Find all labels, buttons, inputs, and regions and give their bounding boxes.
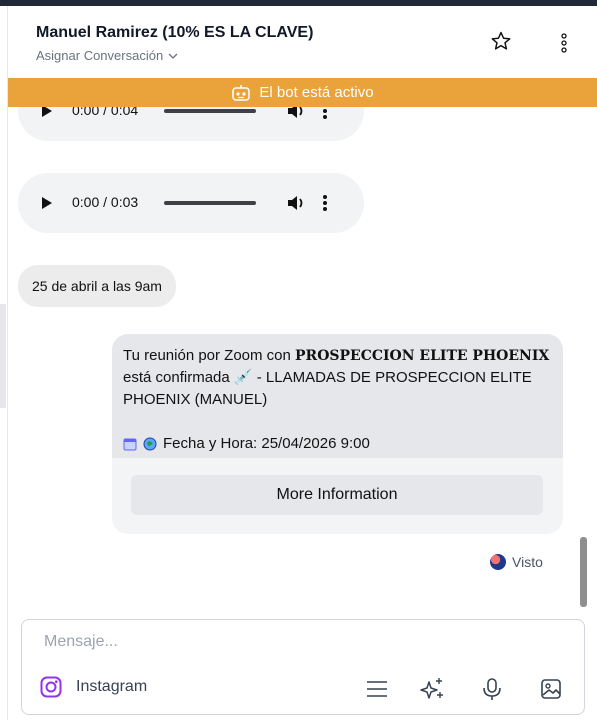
more-information-button[interactable]: More Information: [131, 475, 543, 515]
assign-conversation-label: Asignar Conversación: [36, 48, 164, 63]
audio-player: 0:00 / 0:03: [18, 173, 364, 233]
chevron-down-icon: [168, 53, 178, 59]
panel-resize-handle[interactable]: [0, 304, 6, 408]
avatar: [490, 554, 506, 570]
date-chip: 25 de abril a las 9am: [18, 265, 176, 307]
audio-progress-track[interactable]: [164, 109, 256, 113]
audio-progress-track[interactable]: [164, 201, 256, 205]
audio-more-icon[interactable]: [322, 192, 328, 214]
message-input[interactable]: [42, 632, 566, 652]
play-icon[interactable]: [42, 107, 52, 117]
image-icon[interactable]: [538, 676, 564, 702]
contact-name: Manuel Ramirez (10% ES LA CLAVE): [36, 24, 314, 41]
instagram-icon: [40, 676, 62, 698]
audio-time: 0:00 / 0:03: [72, 194, 139, 210]
microphone-icon[interactable]: [479, 676, 505, 702]
robot-icon: [232, 84, 251, 101]
bot-active-banner: El bot está activo: [8, 78, 597, 107]
card-text-middle: está confirmada 💉: [123, 369, 257, 386]
calendar-icon: [123, 438, 137, 450]
volume-icon[interactable]: [286, 193, 306, 213]
read-status: Visto: [490, 554, 543, 570]
volume-icon[interactable]: [286, 107, 306, 121]
meeting-confirmation-card: Tu reunión por Zoom con 𝐏𝐑𝐎𝐒𝐏𝐄𝐂𝐂𝐈𝐎𝐍 𝐄𝐋𝐈𝐓…: [112, 334, 563, 534]
play-icon[interactable]: [42, 197, 52, 209]
channel-selector[interactable]: Instagram: [40, 676, 147, 698]
read-status-text: Visto: [512, 554, 543, 570]
bot-banner-text: El bot está activo: [259, 84, 374, 101]
message-thread[interactable]: 0:00 / 0:04 0:00 / 0:03 25 de abril a la…: [8, 107, 597, 612]
star-icon[interactable]: [490, 30, 512, 52]
audio-more-icon[interactable]: [322, 107, 328, 122]
card-datetime: Fecha y Hora: 25/04/2026 9:00: [123, 435, 370, 452]
menu-lines-icon[interactable]: [364, 676, 390, 702]
message-scrollbar[interactable]: [580, 537, 587, 607]
card-datetime-text: Fecha y Hora: 25/04/2026 9:00: [163, 435, 370, 452]
card-body: Tu reunión por Zoom con 𝐏𝐑𝐎𝐒𝐏𝐄𝐂𝐂𝐈𝐎𝐍 𝐄𝐋𝐈𝐓…: [112, 334, 563, 458]
channel-label: Instagram: [76, 678, 148, 695]
globe-icon: [143, 437, 157, 450]
sparkle-ai-icon[interactable]: [419, 676, 445, 702]
conversation-header: Manuel Ramirez (10% ES LA CLAVE) Asignar…: [8, 6, 597, 78]
card-text-start: Tu reunión por Zoom con: [123, 347, 296, 364]
assign-conversation-dropdown[interactable]: Asignar Conversación: [36, 48, 178, 63]
audio-time: 0:00 / 0:04: [72, 107, 139, 118]
audio-player: 0:00 / 0:04: [18, 107, 364, 141]
card-brand-text: 𝐏𝐑𝐎𝐒𝐏𝐄𝐂𝐂𝐈𝐎𝐍 𝐄𝐋𝐈𝐓𝐄 𝐏𝐇𝐎𝐄𝐍𝐈𝐗: [295, 348, 550, 364]
card-message-text: Tu reunión por Zoom con 𝐏𝐑𝐎𝐒𝐏𝐄𝐂𝐂𝐈𝐎𝐍 𝐄𝐋𝐈𝐓…: [123, 345, 553, 411]
message-composer: Instagram: [21, 619, 585, 715]
kebab-menu-icon[interactable]: [556, 32, 572, 54]
